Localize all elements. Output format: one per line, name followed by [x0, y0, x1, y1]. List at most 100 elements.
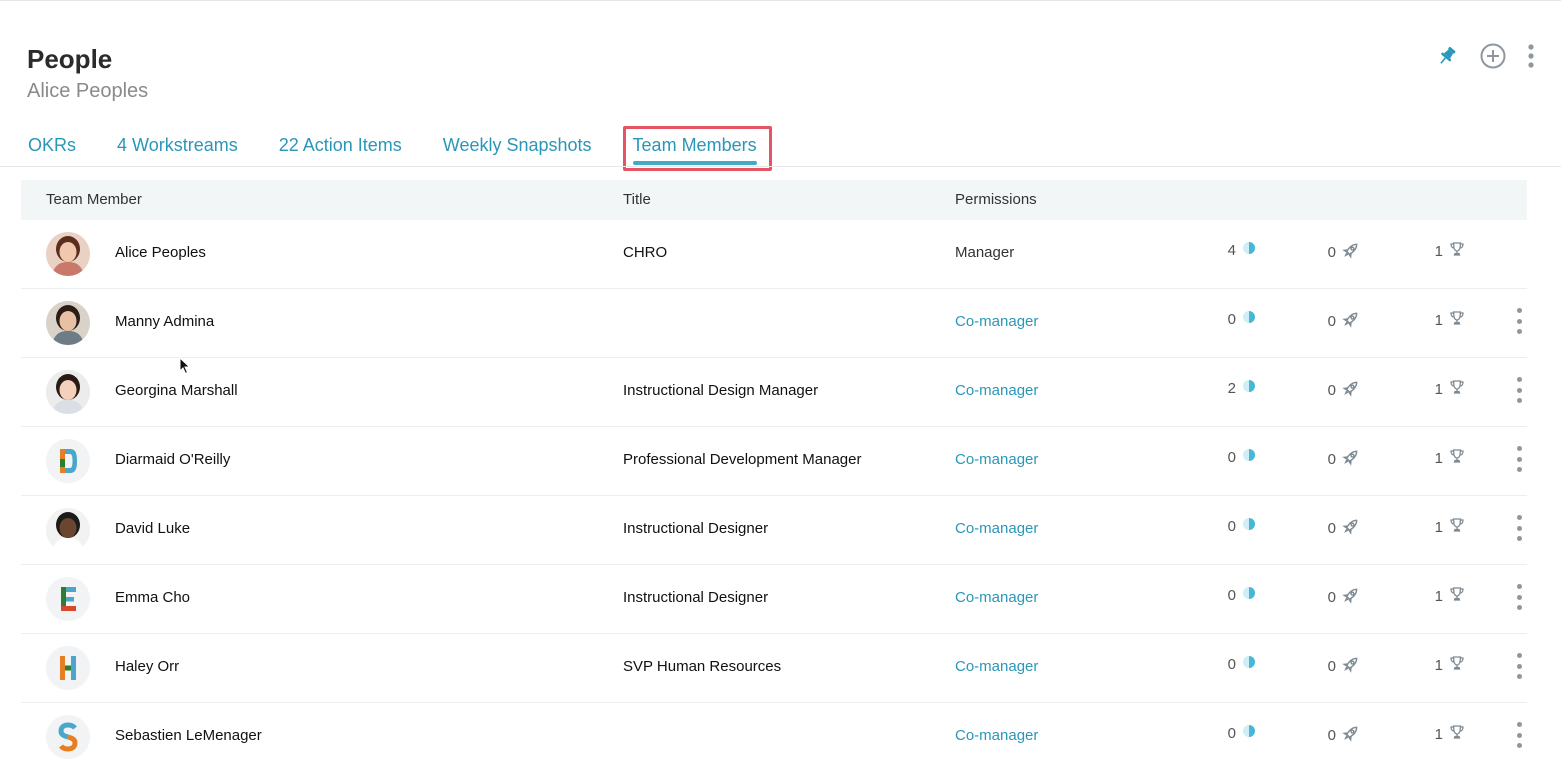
member-permission[interactable]: Co-manager — [955, 658, 1038, 675]
workstreams-count: 0 — [1324, 655, 1360, 677]
member-name[interactable]: Alice Peoples — [115, 244, 206, 261]
stat-value: 0 — [1227, 310, 1236, 328]
avatar[interactable] — [46, 646, 90, 690]
trophy-icon — [1449, 241, 1465, 261]
stat-value: 0 — [1227, 724, 1236, 742]
okrs-count: 4 — [1224, 241, 1256, 259]
stat-value: 1 — [1434, 725, 1443, 743]
trophy-icon — [1449, 586, 1465, 606]
table-row[interactable]: Alice Peoples CHRO Manager 4 0 1 — [21, 220, 1527, 289]
stat-value: 1 — [1434, 449, 1443, 467]
rocket-icon — [1342, 241, 1360, 263]
okrs-count: 0 — [1224, 586, 1256, 604]
achievements-count: 1 — [1431, 655, 1465, 675]
achievements-count: 1 — [1431, 379, 1465, 399]
achievements-count: 1 — [1431, 241, 1465, 261]
stat-value: 0 — [1327, 588, 1336, 606]
okrs-count: 2 — [1224, 379, 1256, 397]
achievements-count: 1 — [1431, 310, 1465, 330]
rocket-icon — [1342, 655, 1360, 677]
tab-team-members[interactable]: Team Members — [632, 125, 757, 165]
member-permission: Manager — [955, 244, 1015, 261]
row-more-icon[interactable] — [1511, 515, 1527, 541]
page-header: People Alice Peoples — [27, 43, 148, 104]
tab-weekly-snapshots[interactable]: Weekly Snapshots — [443, 125, 592, 165]
stat-value: 0 — [1327, 450, 1336, 468]
tab-label: OKRs — [28, 135, 77, 155]
header-actions — [1435, 41, 1535, 71]
achievements-count: 1 — [1431, 586, 1465, 606]
row-more-icon[interactable] — [1511, 308, 1527, 334]
stat-value: 2 — [1227, 379, 1236, 397]
stat-value: 0 — [1327, 726, 1336, 744]
row-more-icon[interactable] — [1511, 377, 1527, 403]
stat-value: 4 — [1227, 241, 1236, 259]
rocket-icon — [1342, 310, 1360, 332]
tab-bar: OKRs 4 Workstreams 22 Action Items Weekl… — [28, 125, 798, 165]
avatar[interactable] — [46, 301, 90, 345]
row-more-icon[interactable] — [1511, 653, 1527, 679]
progress-half-circle-icon — [1242, 379, 1256, 397]
member-name[interactable]: Emma Cho — [115, 589, 190, 606]
member-name[interactable]: Haley Orr — [115, 658, 179, 675]
table-row[interactable]: Diarmaid O'Reilly Professional Developme… — [21, 427, 1527, 496]
table-row[interactable]: Sebastien LeMenager Co-manager 0 0 1 — [21, 703, 1527, 772]
trophy-icon — [1449, 517, 1465, 537]
member-permission[interactable]: Co-manager — [955, 313, 1038, 330]
member-title: SVP Human Resources — [623, 658, 782, 675]
tab-label: Weekly Snapshots — [442, 135, 592, 155]
member-name[interactable]: Georgina Marshall — [115, 382, 238, 399]
tab-okrs[interactable]: OKRs — [28, 125, 76, 165]
mouse-cursor-icon — [179, 357, 191, 375]
member-name[interactable]: Manny Admina — [115, 313, 214, 330]
team-members-table: Team Member Title Permissions Alice Peop… — [21, 180, 1527, 772]
workstreams-count: 0 — [1324, 310, 1360, 332]
tab-workstreams[interactable]: 4 Workstreams — [117, 125, 238, 165]
avatar[interactable] — [46, 715, 90, 759]
table-row[interactable]: David Luke Instructional Designer Co-man… — [21, 496, 1527, 565]
member-title: Professional Development Manager — [623, 451, 862, 468]
rocket-icon — [1342, 586, 1360, 608]
avatar[interactable] — [46, 439, 90, 483]
okrs-count: 0 — [1224, 517, 1256, 535]
stat-value: 0 — [1227, 586, 1236, 604]
progress-half-circle-icon — [1242, 517, 1256, 535]
member-title: Instructional Designer — [623, 589, 769, 606]
table-row[interactable]: Emma Cho Instructional Designer Co-manag… — [21, 565, 1527, 634]
member-permission[interactable]: Co-manager — [955, 589, 1038, 606]
row-more-icon[interactable] — [1511, 722, 1527, 748]
member-permission[interactable]: Co-manager — [955, 451, 1038, 468]
add-circle-icon[interactable] — [1479, 41, 1507, 71]
table-row[interactable]: Georgina Marshall Instructional Design M… — [21, 358, 1527, 427]
tab-action-items[interactable]: 22 Action Items — [279, 125, 402, 165]
trophy-icon — [1449, 379, 1465, 399]
stat-value: 0 — [1327, 243, 1336, 261]
workstreams-count: 0 — [1324, 586, 1360, 608]
avatar[interactable] — [46, 508, 90, 552]
avatar[interactable] — [46, 232, 90, 276]
member-permission[interactable]: Co-manager — [955, 520, 1038, 537]
okrs-count: 0 — [1224, 448, 1256, 466]
stat-value: 0 — [1327, 312, 1336, 330]
table-row[interactable]: Haley Orr SVP Human Resources Co-manager… — [21, 634, 1527, 703]
column-header-title: Title — [623, 191, 651, 208]
member-permission[interactable]: Co-manager — [955, 382, 1038, 399]
row-more-icon[interactable] — [1511, 584, 1527, 610]
avatar[interactable] — [46, 370, 90, 414]
more-vertical-icon[interactable] — [1527, 41, 1535, 71]
member-permission[interactable]: Co-manager — [955, 727, 1038, 744]
member-name[interactable]: David Luke — [115, 520, 190, 537]
table-row[interactable]: Manny Admina Co-manager 0 0 1 — [21, 289, 1527, 358]
avatar[interactable] — [46, 577, 90, 621]
stat-value: 1 — [1434, 587, 1443, 605]
active-tab-indicator — [632, 161, 757, 165]
pin-icon[interactable] — [1435, 41, 1459, 71]
divider — [0, 166, 1561, 167]
achievements-count: 1 — [1431, 517, 1465, 537]
member-name[interactable]: Diarmaid O'Reilly — [115, 451, 230, 468]
member-name[interactable]: Sebastien LeMenager — [115, 727, 262, 744]
progress-half-circle-icon — [1242, 241, 1256, 259]
row-more-icon[interactable] — [1511, 446, 1527, 472]
stat-value: 0 — [1327, 381, 1336, 399]
stat-value: 1 — [1434, 242, 1443, 260]
